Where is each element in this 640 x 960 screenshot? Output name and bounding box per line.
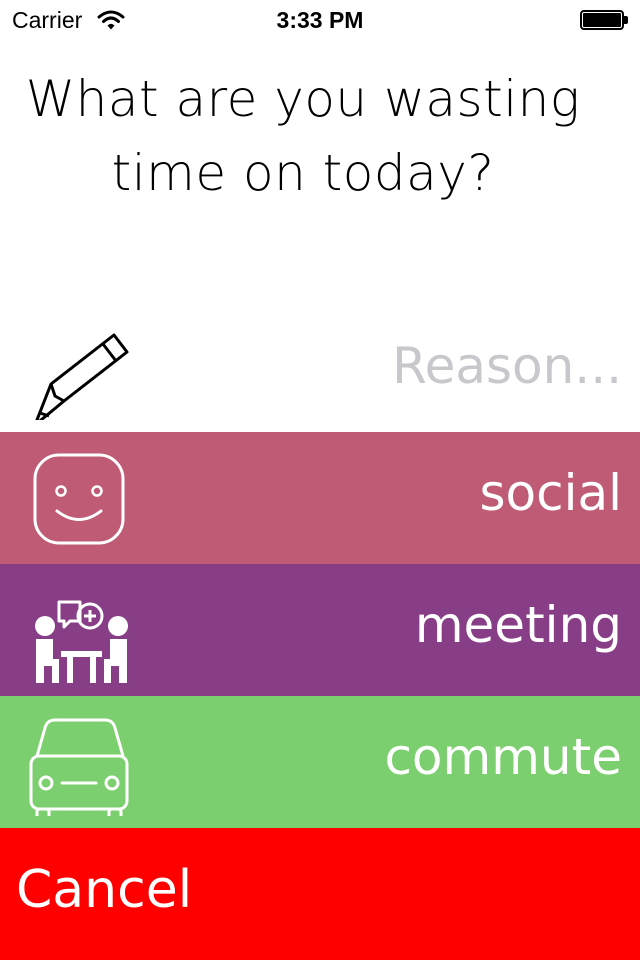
title-line-1: What are you wasting xyxy=(25,70,581,128)
reason-row xyxy=(0,300,640,432)
pencil-icon xyxy=(28,316,132,427)
cancel-button[interactable]: Cancel xyxy=(0,828,640,960)
cancel-label: Cancel xyxy=(16,860,193,920)
page-title: What are you wasting time on today? xyxy=(0,62,606,210)
meeting-people-icon xyxy=(28,580,132,684)
category-meeting[interactable]: meeting xyxy=(0,564,640,696)
category-commute-label: commute xyxy=(384,728,622,786)
smiley-face-icon xyxy=(28,448,132,552)
category-meeting-label: meeting xyxy=(414,596,622,654)
title-line-2: time on today? xyxy=(111,144,495,202)
category-commute[interactable]: commute xyxy=(0,696,640,828)
car-icon xyxy=(28,712,132,824)
category-social-label: social xyxy=(479,464,622,522)
clock: 3:33 PM xyxy=(276,7,364,33)
battery-icon xyxy=(580,10,628,30)
category-social[interactable]: social xyxy=(0,432,640,564)
reason-input[interactable] xyxy=(200,330,624,402)
status-bar: Carrier 3:33 PM xyxy=(0,0,640,40)
